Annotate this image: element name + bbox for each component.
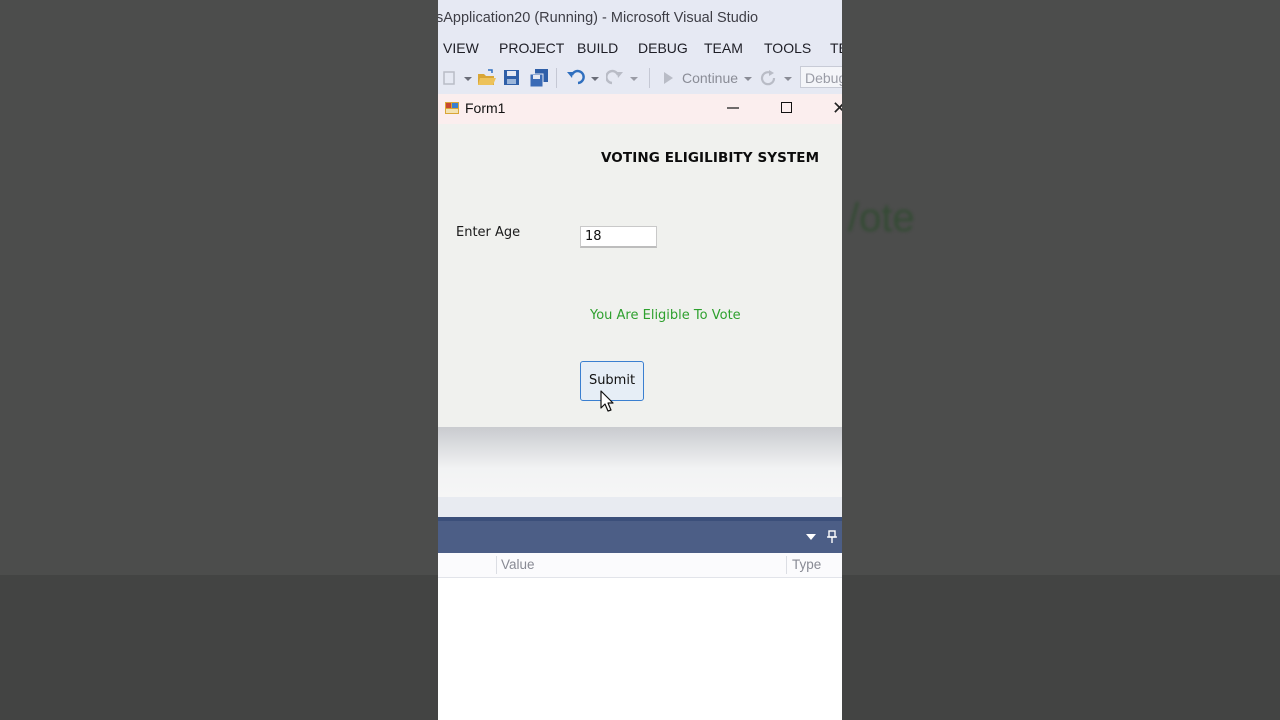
redo-icon[interactable]: [606, 68, 642, 88]
toolbar-separator: [556, 68, 557, 88]
visual-studio-window: sApplication20 (Running) - Microsoft Vis…: [438, 0, 842, 720]
column-header-value[interactable]: Value: [501, 553, 535, 577]
menu-build[interactable]: BUILD: [577, 36, 618, 60]
locals-column-headers: Value Type: [438, 553, 842, 578]
minimize-icon[interactable]: [726, 94, 740, 122]
form-app-icon: [445, 102, 459, 114]
solution-configuration-select[interactable]: Debug: [800, 66, 842, 88]
save-icon[interactable]: [502, 68, 522, 88]
vs-editor-strip: [438, 497, 842, 517]
play-icon[interactable]: [662, 68, 676, 88]
vs-toolbar: Continue Debug: [438, 62, 842, 94]
mouse-cursor-icon: [600, 390, 614, 412]
enter-age-label: Enter Age: [456, 225, 521, 240]
menu-test[interactable]: TE: [830, 36, 842, 60]
column-separator[interactable]: [496, 556, 497, 574]
maximize-icon[interactable]: [781, 102, 792, 113]
undo-icon[interactable]: [564, 68, 600, 88]
page-title: VOTING ELIGILIBITY SYSTEM: [601, 150, 820, 166]
panel-dropdown-icon[interactable]: [806, 534, 816, 540]
continue-button[interactable]: Continue: [682, 68, 738, 88]
vs-title-text: sApplication20 (Running) - Microsoft Vis…: [438, 10, 759, 26]
locals-panel-header: [438, 521, 842, 553]
menu-debug[interactable]: DEBUG: [638, 36, 688, 60]
column-header-type[interactable]: Type: [792, 553, 821, 577]
form-title: Form1: [465, 100, 506, 116]
column-separator[interactable]: [786, 556, 787, 574]
open-folder-icon[interactable]: [476, 68, 498, 88]
form1-title-bar: Form1 ✕: [438, 94, 842, 124]
pin-icon[interactable]: [826, 530, 838, 544]
configuration-value: Debug: [805, 70, 842, 86]
eligibility-result-label: You Are Eligible To Vote: [590, 308, 741, 323]
blurred-background-text: /ote: [848, 196, 915, 240]
blurred-background-left: [0, 0, 438, 575]
new-project-icon[interactable]: [440, 68, 474, 88]
window-shadow: [438, 427, 842, 497]
vs-menu-bar: VIEW PROJECT BUILD DEBUG TEAM TOOLS TE: [438, 36, 842, 62]
locals-panel-body: [438, 578, 842, 720]
blurred-background-right: [842, 0, 1280, 575]
form1-body: VOTING ELIGILIBITY SYSTEM Enter Age 18 Y…: [438, 124, 842, 427]
menu-view[interactable]: VIEW: [443, 36, 479, 60]
menu-project[interactable]: PROJECT: [499, 36, 564, 60]
continue-dropdown-icon[interactable]: [742, 68, 756, 88]
close-icon[interactable]: ✕: [832, 98, 842, 118]
vs-title-bar: sApplication20 (Running) - Microsoft Vis…: [438, 0, 842, 36]
menu-tools[interactable]: TOOLS: [764, 36, 811, 60]
age-input[interactable]: 18: [580, 226, 657, 248]
menu-team[interactable]: TEAM: [704, 36, 743, 60]
save-all-icon[interactable]: [528, 68, 550, 88]
restart-icon[interactable]: [760, 68, 796, 88]
toolbar-separator: [649, 68, 650, 88]
continue-label: Continue: [682, 70, 739, 86]
